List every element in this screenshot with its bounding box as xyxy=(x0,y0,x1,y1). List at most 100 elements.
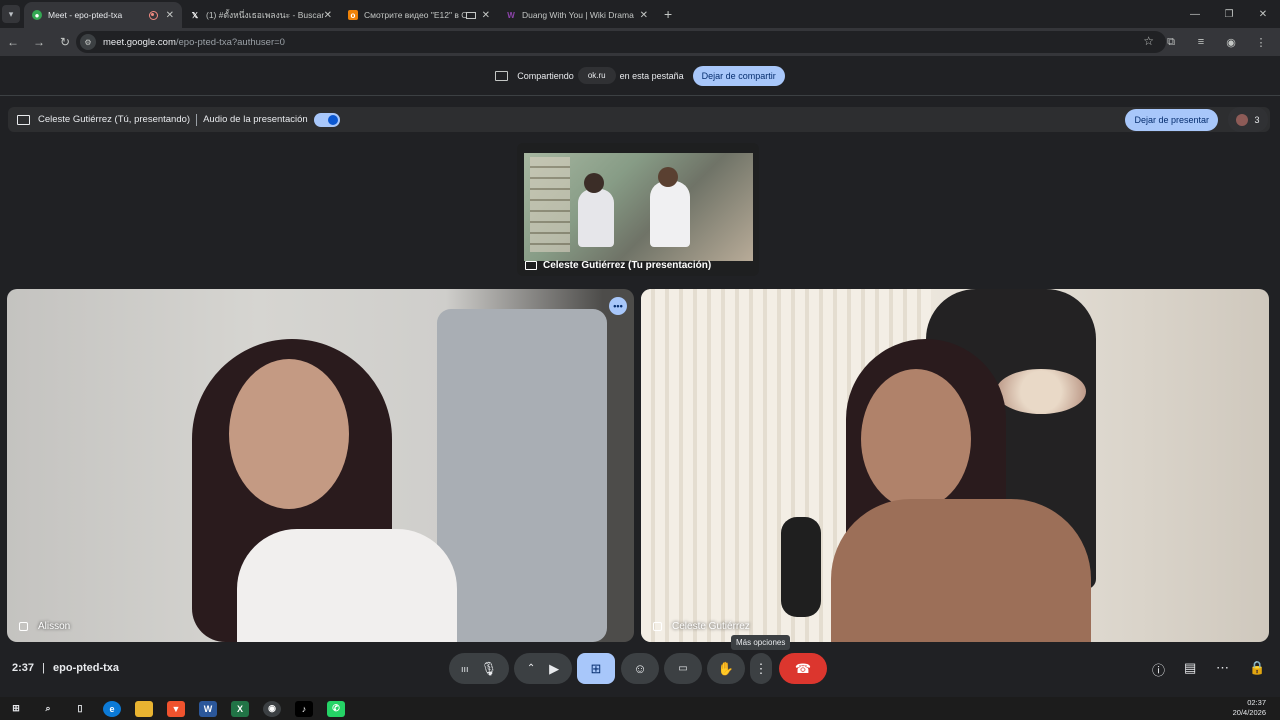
hang-up-icon: ☎ xyxy=(794,660,812,676)
close-tab-icon[interactable]: ✕ xyxy=(324,10,332,21)
presenting-bar: Celeste Gutiérrez (Tú, presentando) Audi… xyxy=(8,107,1270,132)
clock-time: 02:37 xyxy=(1247,698,1266,707)
profile-icon[interactable]: ◉ xyxy=(1216,29,1246,55)
video-scene xyxy=(530,157,570,252)
file-explorer-icon[interactable] xyxy=(135,700,153,717)
presentation-label: Celeste Gutiérrez (Tu presentación) xyxy=(525,260,711,271)
sharing-banner: Compartiendo ok.ru en esta pestaña Dejar… xyxy=(0,56,1280,96)
brave-icon[interactable]: ▼ xyxy=(167,700,185,717)
bookmark-star-icon[interactable]: ☆ xyxy=(1143,34,1154,48)
participant-name-tag: Celeste Gutiérrez xyxy=(653,621,750,632)
host-controls-icon[interactable]: 🔒 xyxy=(1249,660,1265,676)
minimize-icon[interactable]: — xyxy=(1178,0,1212,28)
menu-icon[interactable]: ⋮ xyxy=(1246,29,1276,55)
present-button[interactable]: ⊞ xyxy=(577,653,615,684)
mic-icon: 🎙 xyxy=(480,660,497,676)
present-icon xyxy=(525,261,537,270)
video-scene xyxy=(861,369,971,509)
meeting-code: epo-pted-txa xyxy=(53,662,120,674)
tab-x[interactable]: 𝕏 (1) #ตั้งหนึ่งเธอเพลงนะ - Buscar / X ✕ xyxy=(182,2,340,28)
forward-icon[interactable]: → xyxy=(26,29,52,55)
video-scene xyxy=(584,173,604,193)
address-bar[interactable]: ⚙ meet.google.com /epo-pted-txa?authuser… xyxy=(76,31,1166,53)
video-scene xyxy=(781,517,821,617)
meeting-info: 2:37 | epo-pted-txa xyxy=(12,662,119,674)
edge-icon[interactable]: e xyxy=(103,700,121,717)
recording-icon xyxy=(148,10,158,20)
audio-toggle[interactable] xyxy=(313,112,340,127)
participant-tile-alisson[interactable]: ••• Alisson xyxy=(7,289,634,642)
chrome-icon[interactable]: ◉ xyxy=(263,700,281,717)
wiki-icon: W xyxy=(507,10,515,20)
tab-wiki[interactable]: W Duang With You | Wiki Drama ✕ xyxy=(498,2,656,28)
video-scene xyxy=(831,499,1091,642)
audio-options-button[interactable]: ııı 🎙 xyxy=(449,653,509,684)
participants-button[interactable]: 3 xyxy=(1228,107,1268,132)
more-options-icon[interactable]: ••• xyxy=(609,297,627,315)
video-scene xyxy=(578,189,614,247)
presenter-label: Celeste Gutiérrez (Tú, presentando) xyxy=(38,114,191,125)
participant-count: 3 xyxy=(1254,114,1260,125)
windows-start-icon[interactable]: ⊞ xyxy=(7,701,25,717)
screen-share-icon xyxy=(495,70,509,81)
more-vert-icon: ⋮ xyxy=(754,660,768,676)
video-options-button[interactable]: ⌃ ▶ xyxy=(514,653,572,684)
close-window-icon[interactable]: ✕ xyxy=(1246,0,1280,28)
windows-taskbar: ⊞ ⌕ ▯ e ▼ W X ◉ ♪ ✆ 02:37 20/4/2026 xyxy=(0,697,1280,720)
tab-ok[interactable]: o Смотрите видео "E12" в Od ✕ xyxy=(340,2,498,28)
site-info-icon[interactable]: ⚙ xyxy=(80,34,96,50)
emoji-icon: ☺ xyxy=(633,661,647,676)
captions-button[interactable]: ▭ xyxy=(664,653,702,684)
close-tab-icon[interactable]: ✕ xyxy=(640,10,648,21)
presentation-name: Celeste Gutiérrez (Tu presentación) xyxy=(543,260,712,271)
browser-tab-strip: ▾ ● Meet - epo-pted-txa ✕ 𝕏 (1) #ตั้งหนึ… xyxy=(0,0,1280,28)
toolbar-actions: ⧉ ≡ ◉ ⋮ xyxy=(1156,29,1276,55)
participant-name: Celeste Gutiérrez xyxy=(672,621,750,632)
reload-icon[interactable]: ↻ xyxy=(52,29,78,55)
word-icon[interactable]: W xyxy=(199,700,217,717)
info-icon[interactable]: ⓘ xyxy=(1152,660,1165,679)
x-icon: 𝕏 xyxy=(191,10,199,20)
tab-meet[interactable]: ● Meet - epo-pted-txa ✕ xyxy=(24,2,182,28)
restore-icon[interactable]: ❐ xyxy=(1212,0,1246,28)
meet-icon: ● xyxy=(32,10,42,20)
tab-title: (1) #ตั้งหนึ่งเธอเพลงนะ - Buscar / X xyxy=(206,10,324,20)
divider xyxy=(196,113,198,126)
reactions-button[interactable]: ☺ xyxy=(621,653,659,684)
avatar xyxy=(1236,113,1249,126)
mic-off-icon xyxy=(19,622,28,631)
leave-call-button[interactable]: ☎ xyxy=(779,653,827,684)
ok-icon: o xyxy=(348,10,358,20)
extensions-icon[interactable]: ⧉ xyxy=(1156,29,1186,55)
raise-hand-button[interactable]: ✋ xyxy=(707,653,745,684)
present-icon xyxy=(17,114,30,125)
share-prefix: Compartiendo xyxy=(517,70,574,81)
tab-title: Смотрите видео "E12" в Od xyxy=(364,10,466,20)
participant-tile-celeste[interactable]: Celeste Gutiérrez xyxy=(641,289,1269,642)
stop-presenting-button[interactable]: Dejar de presentar xyxy=(1125,109,1218,131)
back-icon[interactable]: ← xyxy=(0,29,26,55)
new-tab-icon[interactable]: + xyxy=(664,6,672,22)
clock-date: 20/4/2026 xyxy=(1232,708,1266,717)
video-scene xyxy=(650,181,690,247)
stop-sharing-button[interactable]: Dejar de compartir xyxy=(692,65,785,86)
url-path: /epo-pted-txa?authuser=0 xyxy=(175,36,285,48)
task-view-icon[interactable]: ▯ xyxy=(71,701,89,717)
audio-label: Audio de la presentación xyxy=(203,114,308,125)
chat-icon[interactable]: ▤ xyxy=(1184,660,1196,676)
search-icon[interactable]: ⌕ xyxy=(39,701,57,717)
close-tab-icon[interactable]: ✕ xyxy=(166,10,174,21)
present-icon: ⊞ xyxy=(590,660,602,676)
system-clock[interactable]: 02:37 20/4/2026 xyxy=(1233,698,1266,718)
tiktok-icon[interactable]: ♪ xyxy=(295,700,313,717)
url-host: meet.google.com xyxy=(103,36,176,48)
more-options-button[interactable]: ⋮ xyxy=(750,653,772,684)
tab-search-icon[interactable]: ▾ xyxy=(2,5,20,23)
excel-icon[interactable]: X xyxy=(231,700,249,717)
whatsapp-icon[interactable]: ✆ xyxy=(327,700,345,717)
presentation-tile[interactable]: Celeste Gutiérrez (Tu presentación) xyxy=(517,143,759,276)
media-control-icon[interactable]: ≡ xyxy=(1186,29,1216,55)
meeting-controls: 2:37 | epo-pted-txa ııı 🎙 ⌃ ▶ ⊞ ☺ ▭ ✋ ⋮ … xyxy=(0,648,1280,690)
activities-icon[interactable]: ⋯ xyxy=(1216,660,1229,676)
close-tab-icon[interactable]: ✕ xyxy=(482,10,490,21)
